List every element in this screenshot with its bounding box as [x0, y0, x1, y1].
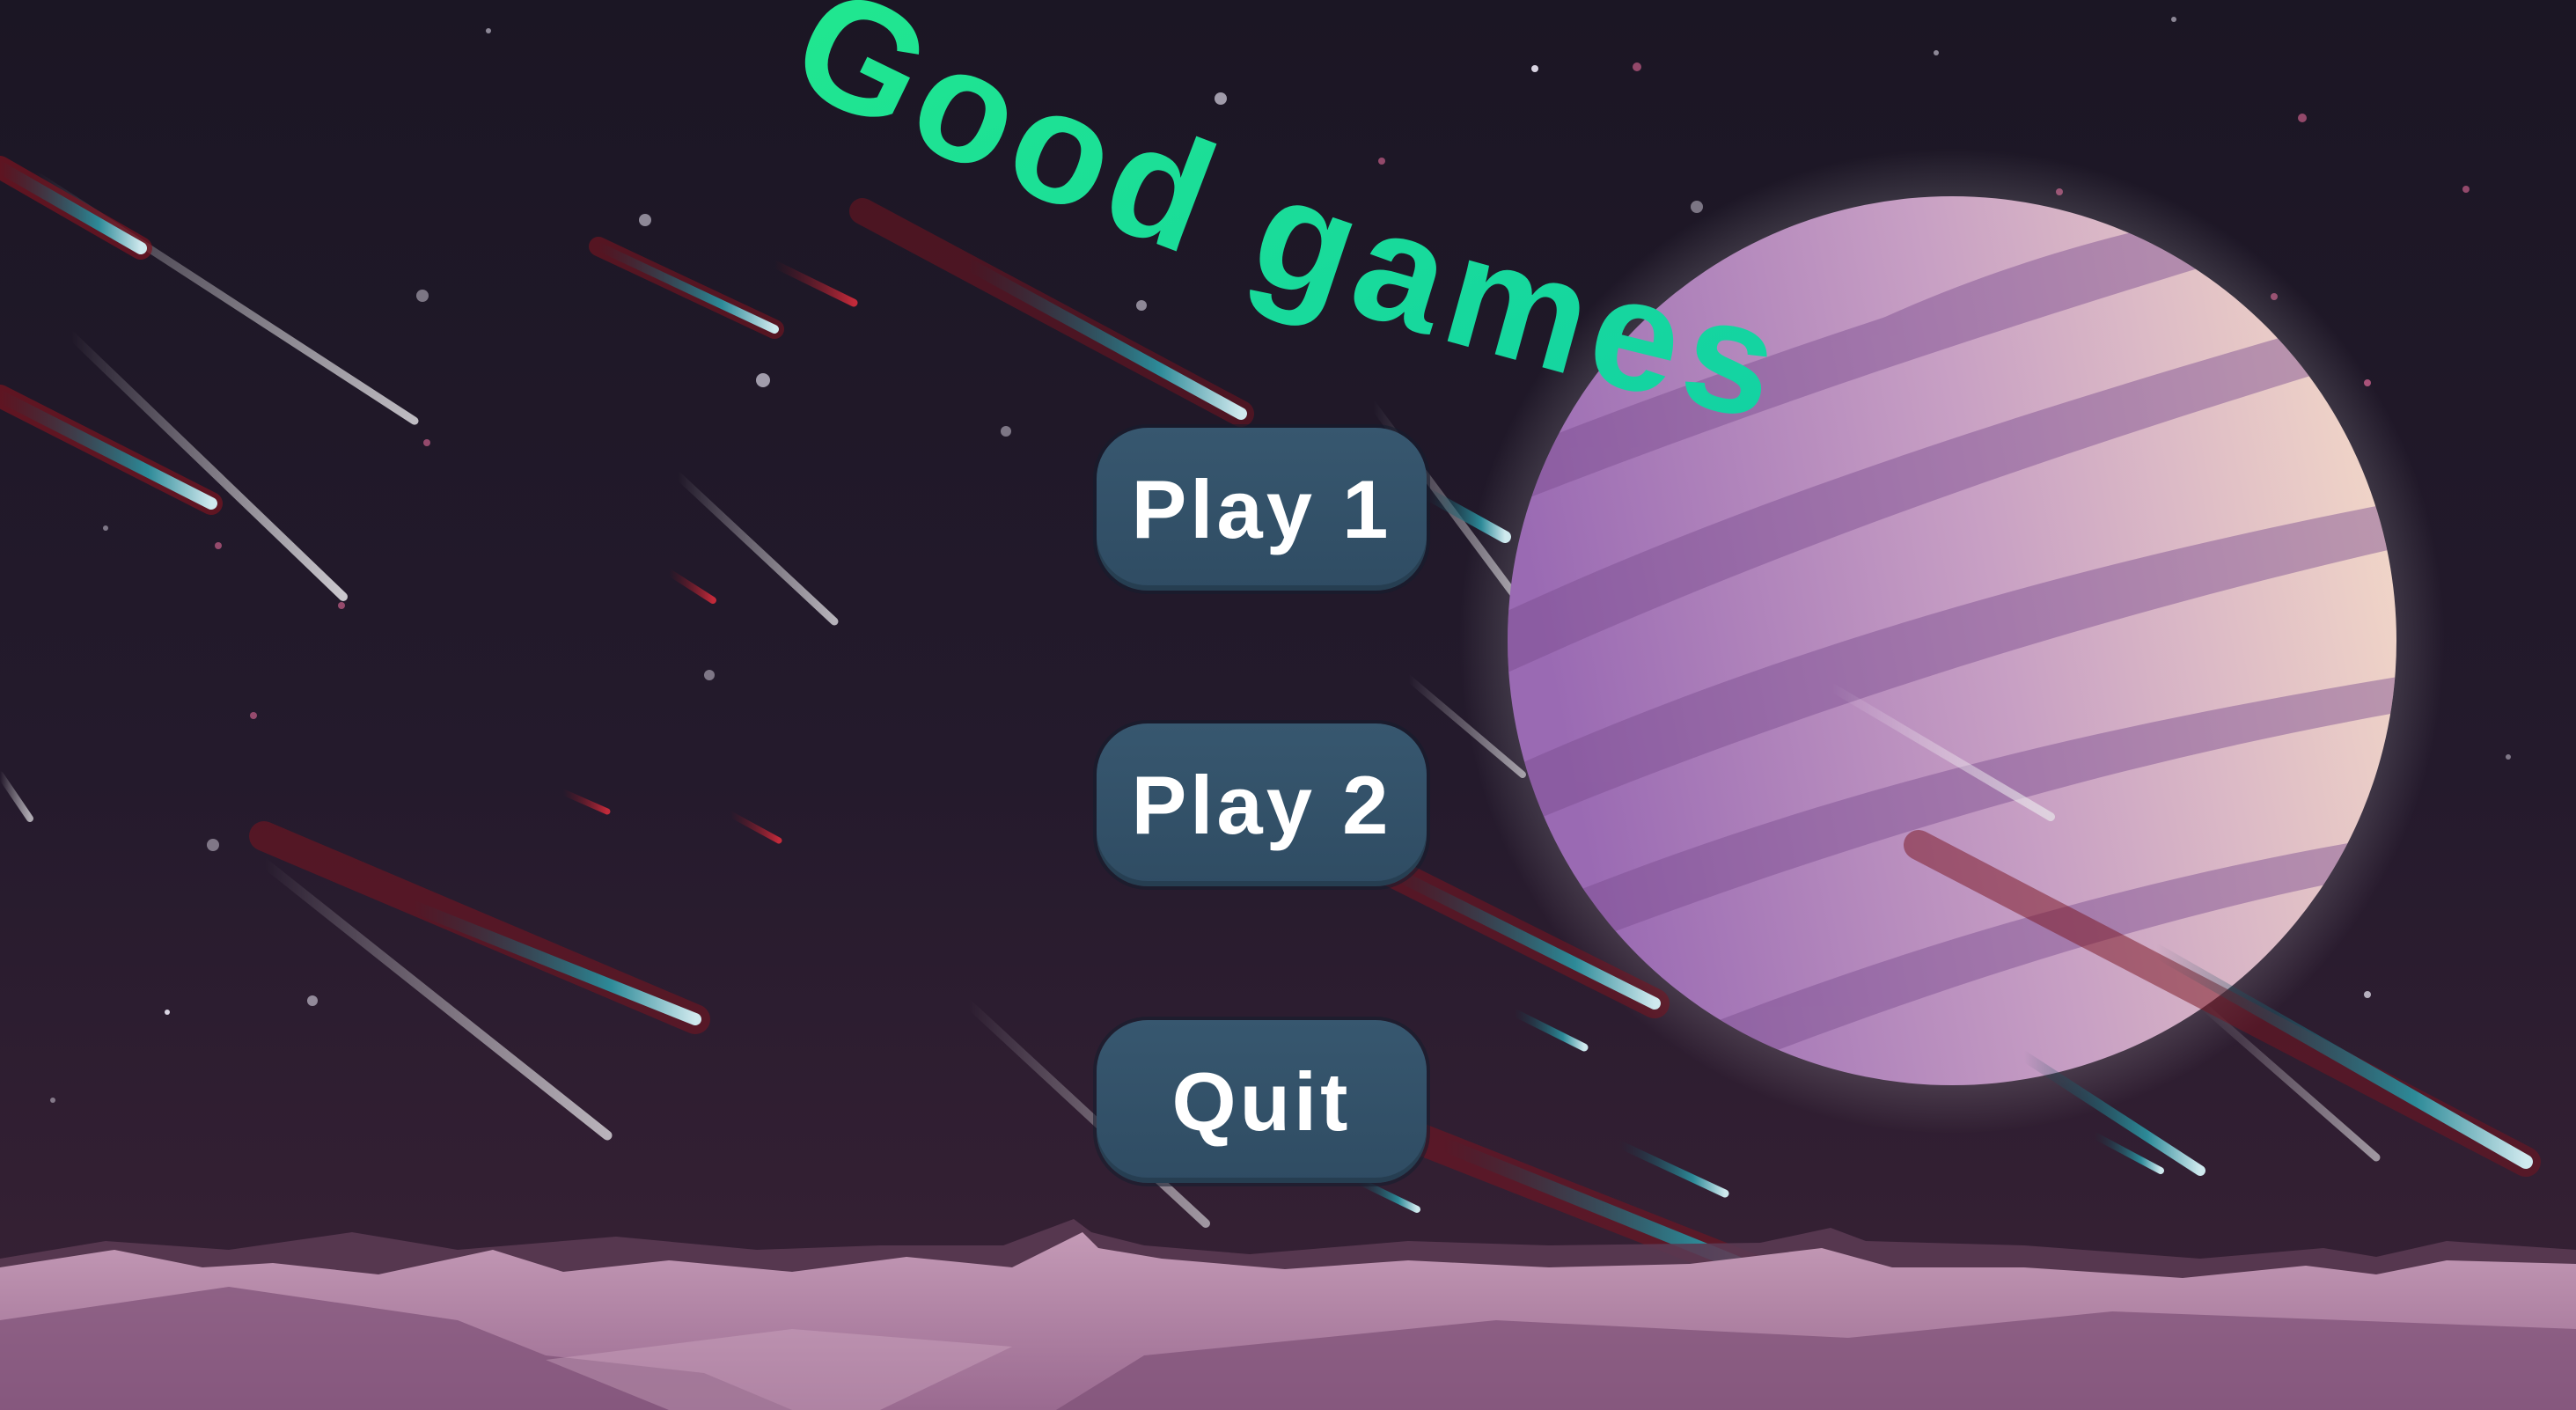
- play-2-button[interactable]: Play 2: [1097, 723, 1427, 886]
- quit-label: Quit: [1171, 1054, 1352, 1148]
- quit-button[interactable]: Quit: [1097, 1020, 1427, 1183]
- play-2-label: Play 2: [1131, 758, 1392, 851]
- background-scene: [0, 0, 2576, 1410]
- play-1-label: Play 1: [1131, 462, 1392, 555]
- play-1-button[interactable]: Play 1: [1097, 428, 1427, 591]
- game-main-menu: Good games Play 1 Play 2 Quit: [0, 0, 2576, 1410]
